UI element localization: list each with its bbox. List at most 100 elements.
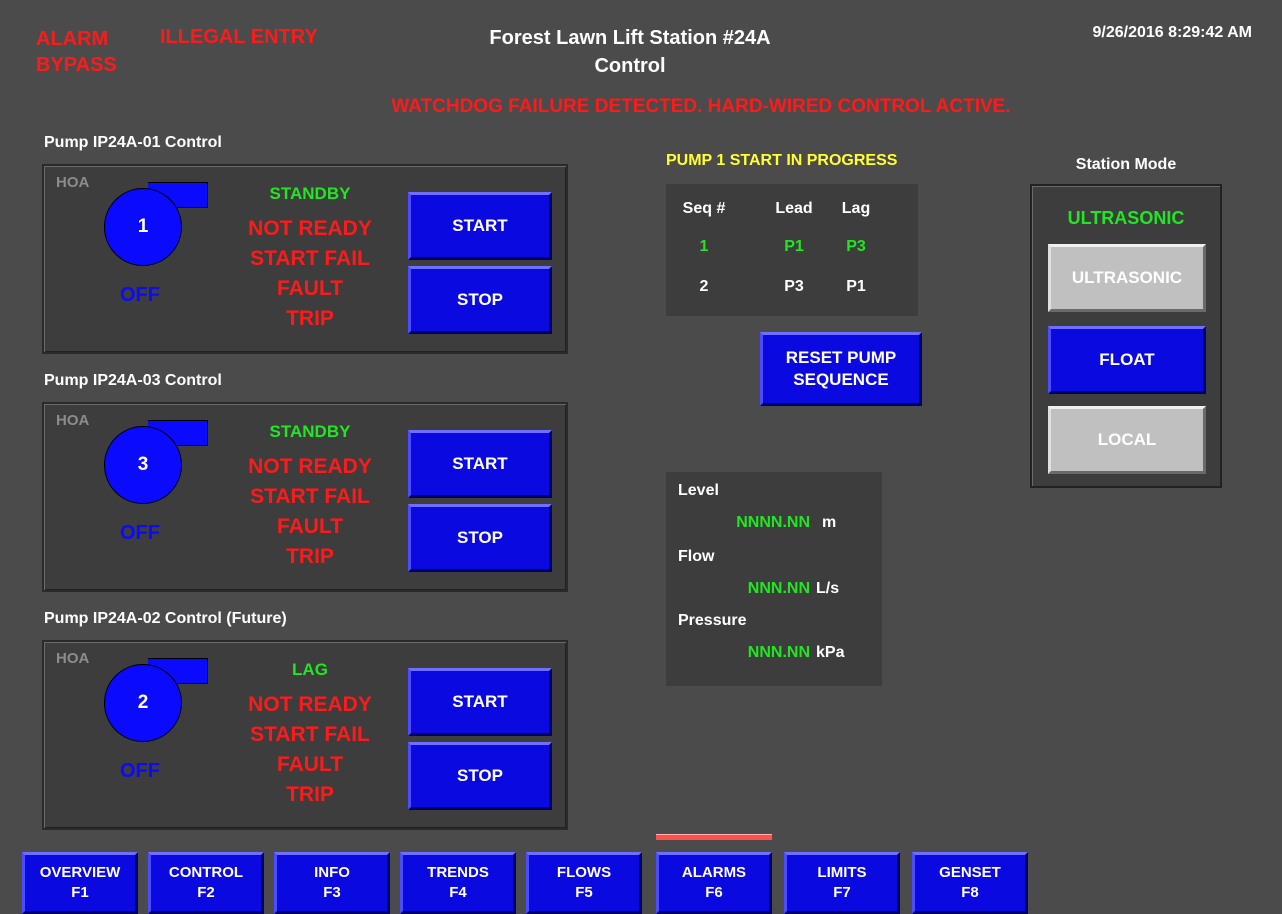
- pump-1-title: Pump IP24A-01 Control: [44, 134, 222, 151]
- level-unit: m: [822, 514, 837, 531]
- lag-header: Lag: [841, 200, 871, 217]
- status-not-ready: NOT READY: [248, 693, 372, 716]
- nav-key: F8: [961, 884, 979, 901]
- status-fault: FAULT: [276, 515, 344, 538]
- pump-3-stop-button[interactable]: STOP: [408, 504, 552, 572]
- status-trip: TRIP: [286, 783, 334, 806]
- pump-3-icon[interactable]: 3: [104, 420, 214, 504]
- nav-control-button[interactable]: CONTROL F2: [148, 852, 264, 914]
- pump-2-status: LAG NOT READY START FAIL FAULT TRIP: [230, 660, 390, 810]
- seq-header: Seq #: [682, 200, 726, 217]
- pump-2-panel: HOA 2 OFF LAG NOT READY START FAIL FAULT…: [42, 640, 568, 830]
- nav-key: F4: [449, 884, 467, 901]
- pressure-label: Pressure: [678, 612, 747, 629]
- nav-label: FLOWS: [556, 864, 612, 881]
- flow-value: NNN.NN: [747, 580, 810, 597]
- nav-info-button[interactable]: INFO F3: [274, 852, 390, 914]
- measurements-panel: Level NNNN.NN m Flow NNN.NN L/s Pressure…: [666, 472, 882, 686]
- pump-2-stop-button[interactable]: STOP: [408, 742, 552, 810]
- reset-pump-sequence-button[interactable]: RESET PUMP SEQUENCE: [760, 332, 922, 406]
- nav-key: F1: [71, 884, 89, 901]
- watchdog-alarm-banner: WATCHDOG FAILURE DETECTED. HARD-WIRED CO…: [391, 96, 1011, 117]
- mode-float-button[interactable]: FLOAT: [1048, 326, 1206, 394]
- nav-limits-button[interactable]: LIMITS F7: [784, 852, 900, 914]
- alarm-bypass-indicator: ALARM BYPASS: [36, 26, 117, 78]
- nav-label: TRENDS: [427, 864, 489, 881]
- pump-3-status: STANDBY NOT READY START FAIL FAULT TRIP: [230, 422, 390, 572]
- alarm-active-indicator: [656, 834, 772, 840]
- nav-label: OVERVIEW: [39, 864, 121, 881]
- nav-key: F7: [833, 884, 851, 901]
- hoa-label: HOA: [56, 650, 90, 667]
- flow-label: Flow: [678, 548, 715, 565]
- pump-1-panel: HOA 1 OFF STANDBY NOT READY START FAIL F…: [42, 164, 568, 354]
- reset-label-line2: SEQUENCE: [793, 370, 889, 389]
- pump-3-start-button[interactable]: START: [408, 430, 552, 498]
- status-trip: TRIP: [286, 307, 334, 330]
- nav-label: GENSET: [939, 864, 1001, 881]
- seq-row-2-lead: P3: [784, 278, 804, 295]
- datetime-display: 9/26/2016 8:29:42 AM: [1092, 24, 1252, 41]
- nav-label: ALARMS: [681, 864, 747, 881]
- pump-2-title: Pump IP24A-02 Control (Future): [44, 610, 287, 627]
- status-fault: FAULT: [276, 753, 344, 776]
- pump-2-state: OFF: [120, 760, 160, 782]
- station-mode-current: ULTRASONIC: [1067, 208, 1185, 228]
- level-value: NNNN.NN: [736, 514, 810, 531]
- reset-label-line1: RESET PUMP: [785, 348, 897, 367]
- pump-2-start-button[interactable]: START: [408, 668, 552, 736]
- illegal-entry-indicator: ILLEGAL ENTRY: [160, 26, 318, 48]
- nav-trends-button[interactable]: TRENDS F4: [400, 852, 516, 914]
- status-start-fail: START FAIL: [250, 247, 370, 270]
- alarm-bypass-line1: ALARM: [36, 28, 109, 50]
- nav-key: F3: [323, 884, 341, 901]
- page-title-line1: Forest Lawn Lift Station #24A: [489, 27, 771, 49]
- flow-unit: L/s: [816, 580, 840, 597]
- nav-label: CONTROL: [168, 864, 244, 881]
- lead-header: Lead: [775, 200, 813, 217]
- nav-key: F2: [197, 884, 215, 901]
- pump-2-icon[interactable]: 2: [104, 658, 214, 742]
- nav-alarms-button[interactable]: ALARMS F6: [656, 852, 772, 914]
- mode-ultrasonic-button[interactable]: ULTRASONIC: [1048, 244, 1206, 312]
- seq-row-1-number: 1: [699, 238, 709, 255]
- station-mode-panel: ULTRASONIC ULTRASONIC FLOAT LOCAL: [1030, 184, 1222, 488]
- status-start-fail: START FAIL: [250, 723, 370, 746]
- nav-label: INFO: [314, 864, 350, 881]
- nav-overview-button[interactable]: OVERVIEW F1: [22, 852, 138, 914]
- nav-key: F5: [575, 884, 593, 901]
- pressure-value: NNN.NN: [747, 644, 810, 661]
- pressure-unit: kPa: [816, 644, 845, 661]
- pump-1-state: OFF: [120, 284, 160, 306]
- seq-row-1-lead: P1: [784, 238, 804, 255]
- nav-key: F6: [705, 884, 723, 901]
- status-fault: FAULT: [276, 277, 344, 300]
- hoa-label: HOA: [56, 412, 90, 429]
- status-start-fail: START FAIL: [250, 485, 370, 508]
- page-title-line2: Control: [594, 55, 666, 77]
- pump-1-start-button[interactable]: START: [408, 192, 552, 260]
- pump-3-number: 3: [104, 426, 182, 504]
- pump-2-number: 2: [104, 664, 182, 742]
- sequence-status-message: PUMP 1 START IN PROGRESS: [666, 152, 898, 169]
- pump-3-title: Pump IP24A-03 Control: [44, 372, 222, 389]
- pump-2-mode: LAG: [292, 660, 328, 679]
- nav-label: LIMITS: [817, 864, 867, 881]
- pump-1-number: 1: [104, 188, 182, 266]
- pump-1-mode: STANDBY: [269, 184, 351, 203]
- pump-1-stop-button[interactable]: STOP: [408, 266, 552, 334]
- nav-genset-button[interactable]: GENSET F8: [912, 852, 1028, 914]
- pump-3-state: OFF: [120, 522, 160, 544]
- mode-local-button[interactable]: LOCAL: [1048, 406, 1206, 474]
- station-mode-title: Station Mode: [1075, 156, 1177, 173]
- pump-3-panel: HOA 3 OFF STANDBY NOT READY START FAIL F…: [42, 402, 568, 592]
- pump-3-mode: STANDBY: [269, 422, 351, 441]
- status-not-ready: NOT READY: [248, 217, 372, 240]
- pump-1-icon[interactable]: 1: [104, 182, 214, 266]
- seq-row-1-lag: P3: [846, 238, 866, 255]
- status-trip: TRIP: [286, 545, 334, 568]
- page-title: Forest Lawn Lift Station #24A Control: [420, 24, 840, 80]
- seq-row-2-lag: P1: [846, 278, 866, 295]
- status-not-ready: NOT READY: [248, 455, 372, 478]
- nav-flows-button[interactable]: FLOWS F5: [526, 852, 642, 914]
